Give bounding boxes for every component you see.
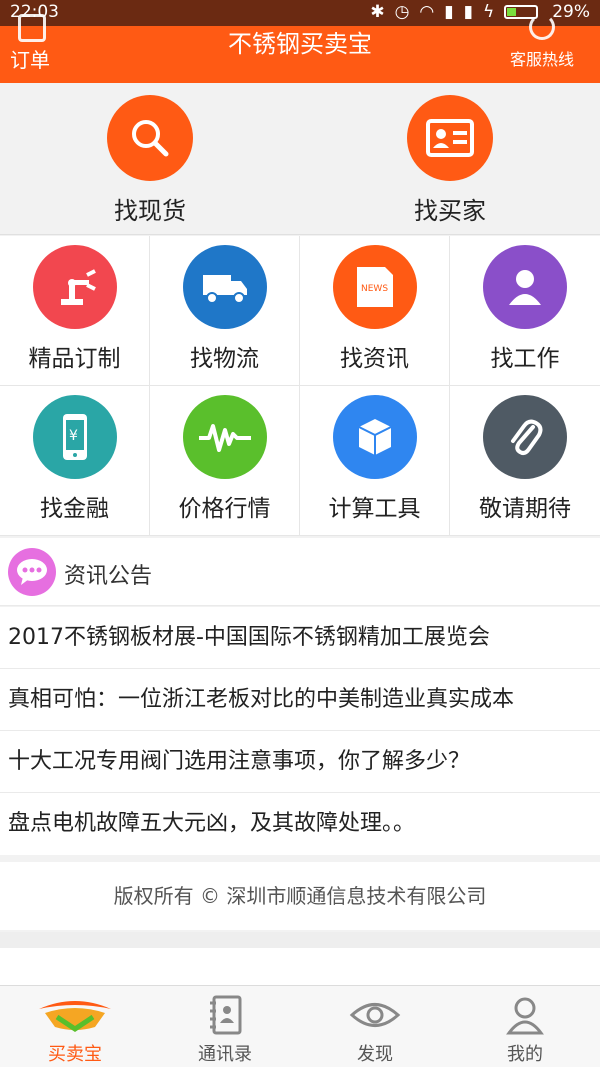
tab-label: 通讯录 xyxy=(198,1044,252,1065)
blank-area xyxy=(0,948,600,985)
person-icon xyxy=(483,245,567,329)
paperclip-icon xyxy=(483,395,567,479)
grid-label: 价格行情 xyxy=(178,496,271,522)
grid-label: 找物流 xyxy=(190,346,259,372)
grid-label: 找工作 xyxy=(490,346,560,372)
hotline-button[interactable]: 客服热线 xyxy=(492,14,592,70)
news-title: 资讯公告 xyxy=(64,564,153,589)
tab-profile[interactable]: 我的 xyxy=(450,986,600,1067)
signal-icon-2: ▮ xyxy=(463,2,473,22)
search-icon xyxy=(107,95,193,181)
phone-yen-icon: ¥ xyxy=(32,395,117,479)
top-bar: 22:03 ✱ ◷ ◠ ▮ ▮ ϟ 29% 订单 不锈钢买卖宝 客服热线 xyxy=(0,0,600,83)
find-buyer-label: 找买家 xyxy=(414,197,486,225)
grid-label: 精品订制 xyxy=(28,346,121,372)
grid-label: 找资讯 xyxy=(340,346,409,372)
news-item[interactable]: 盘点电机故障五大元凶，及其故障处理。。 xyxy=(0,793,600,855)
news-icon: NEWS xyxy=(332,245,417,329)
news-item[interactable]: 2017不锈钢板材展-中国国际不锈钢精加工展览会 xyxy=(0,607,600,669)
contacts-icon xyxy=(150,994,300,1036)
grid-item-finance[interactable]: ¥ 找金融 xyxy=(0,386,150,536)
id-card-icon xyxy=(407,95,493,181)
grid-label: 找金融 xyxy=(40,496,109,522)
user-icon xyxy=(450,994,600,1036)
hotline-label: 客服热线 xyxy=(509,50,574,69)
primary-actions: 找现货 找买家 xyxy=(0,83,600,235)
tab-discover[interactable]: 发现 xyxy=(300,986,450,1067)
copyright-footer: 版权所有 © 深圳市顺通信息技术有限公司 xyxy=(0,862,600,930)
truck-icon xyxy=(182,245,267,329)
grid-label: 计算工具 xyxy=(328,496,421,522)
grid-item-news[interactable]: NEWS 找资讯 xyxy=(300,236,450,386)
eye-icon xyxy=(300,994,450,1036)
grid-label: 敬请期待 xyxy=(479,496,571,522)
find-buyer-button[interactable]: 找买家 xyxy=(360,95,540,226)
svg-text:NEWS: NEWS xyxy=(361,284,388,294)
svg-text:¥: ¥ xyxy=(69,428,78,444)
divider xyxy=(0,932,600,948)
feature-grid: 精品订制 找物流 NEWS 找资讯 找工作 ¥ 找金融 价格行情 计算工具 敬请… xyxy=(0,236,600,536)
pulse-icon xyxy=(182,395,267,479)
handshake-icon xyxy=(0,994,150,1036)
phone-icon xyxy=(529,14,555,40)
box-icon xyxy=(332,395,417,479)
tab-label: 发现 xyxy=(357,1044,393,1065)
alarm-icon: ◷ xyxy=(394,2,410,22)
grid-item-prices[interactable]: 价格行情 xyxy=(150,386,300,536)
tab-label: 我的 xyxy=(507,1044,543,1065)
tab-label: 买卖宝 xyxy=(48,1044,102,1065)
find-stock-button[interactable]: 找现货 xyxy=(60,95,240,226)
news-list: 2017不锈钢板材展-中国国际不锈钢精加工展览会 真相可怕：一位浙江老板对比的中… xyxy=(0,607,600,855)
bluetooth-icon: ✱ xyxy=(370,2,385,22)
robot-arm-icon xyxy=(32,245,117,329)
news-item[interactable]: 十大工况专用阀门选用注意事项，你了解多少？ xyxy=(0,731,600,793)
grid-item-calculator[interactable]: 计算工具 xyxy=(300,386,450,536)
grid-item-custom[interactable]: 精品订制 xyxy=(0,236,150,386)
chat-bubble-icon xyxy=(8,548,56,596)
news-item[interactable]: 真相可怕：一位浙江老板对比的中美制造业真实成本 xyxy=(0,669,600,731)
news-header: 资讯公告 xyxy=(0,538,600,606)
tab-contacts[interactable]: 通讯录 xyxy=(150,986,300,1067)
grid-item-coming-soon[interactable]: 敬请期待 xyxy=(450,386,600,536)
bottom-tab-bar: 买卖宝 通讯录 发现 我的 xyxy=(0,985,600,1067)
wifi-icon: ◠ xyxy=(419,2,435,22)
find-stock-label: 找现货 xyxy=(114,197,186,225)
tab-maimaibao[interactable]: 买卖宝 xyxy=(0,986,150,1067)
signal-icon: ▮ xyxy=(444,2,454,22)
grid-item-logistics[interactable]: 找物流 xyxy=(150,236,300,386)
grid-item-jobs[interactable]: 找工作 xyxy=(450,236,600,386)
